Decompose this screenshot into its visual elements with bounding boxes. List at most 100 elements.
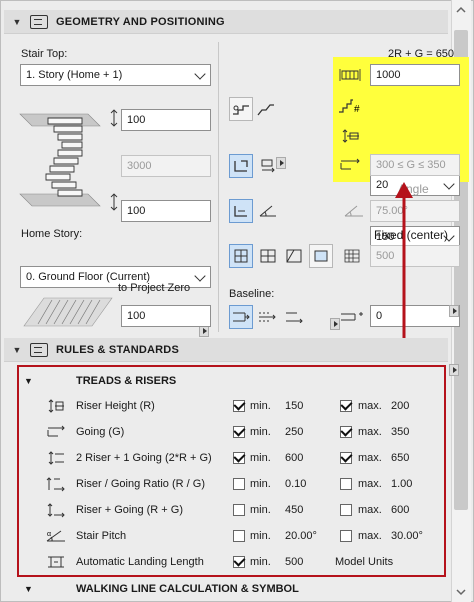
max-label: max. bbox=[358, 478, 382, 490]
stair-plan-illustration bbox=[22, 294, 118, 330]
collapse-triangle-icon[interactable]: ▼ bbox=[24, 584, 44, 594]
min-checkbox[interactable] bbox=[233, 452, 245, 464]
baseline-center-icon[interactable] bbox=[256, 305, 280, 329]
angle-menu-arrow-icon[interactable] bbox=[449, 305, 459, 317]
scroll-up-arrow-icon[interactable] bbox=[454, 3, 468, 17]
max-checkbox[interactable] bbox=[340, 400, 352, 412]
lock-angle-icon[interactable] bbox=[256, 199, 280, 223]
stair-elevation-illustration bbox=[18, 104, 118, 214]
min-value[interactable]: 450 bbox=[285, 504, 303, 516]
tread-position-menu-arrow-icon[interactable] bbox=[330, 318, 340, 330]
min-checkbox[interactable] bbox=[233, 504, 245, 516]
max-checkbox[interactable] bbox=[340, 478, 352, 490]
landing-min-value[interactable]: 500 bbox=[285, 556, 303, 568]
min-label: min. bbox=[250, 426, 271, 438]
rule-icon bbox=[44, 449, 68, 467]
landing-min-checkbox[interactable] bbox=[233, 556, 245, 568]
rules-section-icon bbox=[30, 342, 48, 357]
stair-height-value: 3000 bbox=[127, 160, 152, 172]
max-label: max. bbox=[358, 504, 382, 516]
min-checkbox[interactable] bbox=[233, 478, 245, 490]
going-icon bbox=[338, 153, 362, 177]
lock-riser-icon[interactable] bbox=[256, 154, 280, 178]
going-range-field: 300 ≤ G ≤ 350 bbox=[370, 154, 460, 176]
rule-row: Riser + Going (R + G) min. 450 max. 600 bbox=[20, 497, 445, 523]
rule-icon bbox=[44, 501, 68, 519]
collapse-triangle-icon[interactable]: ▼ bbox=[4, 17, 30, 27]
landing-length-icon bbox=[44, 553, 68, 571]
fixed-center-menu-arrow-icon[interactable] bbox=[449, 364, 459, 376]
riser-count-icon: # bbox=[338, 94, 362, 118]
svg-text:α: α bbox=[47, 531, 51, 538]
tread-position-start-button[interactable] bbox=[229, 244, 253, 268]
scroll-down-arrow-icon[interactable] bbox=[454, 585, 468, 599]
geometry-divider bbox=[218, 42, 219, 332]
rule-row: 2 Riser + 1 Going (2*R + G) min. 600 max. 65… bbox=[20, 445, 445, 471]
rule-row-landing: Automatic Landing Length min. 500 Model … bbox=[20, 549, 445, 575]
project-zero-field[interactable]: 100 bbox=[121, 305, 211, 327]
tread-position-grid-icon[interactable] bbox=[340, 244, 364, 268]
max-checkbox[interactable] bbox=[340, 426, 352, 438]
going-range-value: 300 ≤ G ≤ 350 bbox=[376, 159, 446, 171]
riser-height-icon bbox=[338, 124, 362, 148]
min-value[interactable]: 20.00° bbox=[285, 530, 317, 542]
baseline-offset-icon[interactable] bbox=[340, 305, 364, 329]
min-label: min. bbox=[250, 400, 271, 412]
bottom-offset-field[interactable]: 100 bbox=[121, 200, 211, 222]
rule-icon bbox=[44, 475, 68, 493]
min-value[interactable]: 150 bbox=[285, 400, 303, 412]
chevron-down-icon bbox=[443, 178, 455, 190]
min-checkbox[interactable] bbox=[233, 530, 245, 542]
stair-shape-turning-icon[interactable] bbox=[254, 97, 278, 121]
stair-shape-straight-button[interactable] bbox=[229, 97, 253, 121]
stair-top-label: Stair Top: bbox=[21, 48, 68, 60]
rule-label: 2 Riser + 1 Going (2*R + G) bbox=[76, 452, 212, 464]
collapse-triangle-icon[interactable]: ▼ bbox=[4, 345, 30, 355]
stair-height-field: 3000 bbox=[121, 155, 211, 177]
min-checkbox[interactable] bbox=[233, 400, 245, 412]
tread-position-center-icon[interactable] bbox=[256, 244, 280, 268]
min-value[interactable]: 250 bbox=[285, 426, 303, 438]
tread-position-end-icon[interactable] bbox=[282, 244, 306, 268]
rules-section-header[interactable]: ▼ RULES & STANDARDS bbox=[4, 338, 448, 362]
walking-line-subheader[interactable]: ▼ WALKING LINE CALCULATION & SYMBOL bbox=[20, 577, 444, 601]
baseline-offset-value: 0 bbox=[376, 310, 383, 322]
svg-text:#: # bbox=[354, 104, 360, 114]
total-run-field[interactable]: 1000 bbox=[370, 64, 460, 86]
max-value[interactable]: 600 bbox=[391, 504, 409, 516]
rule-label: Automatic Landing Length bbox=[76, 556, 204, 568]
max-checkbox[interactable] bbox=[340, 530, 352, 542]
max-value[interactable]: 350 bbox=[391, 426, 409, 438]
geometry-section-header[interactable]: ▼ GEOMETRY AND POSITIONING bbox=[4, 10, 448, 34]
bottom-offset-value: 100 bbox=[127, 205, 146, 217]
home-story-label: Home Story: bbox=[21, 228, 83, 240]
max-checkbox[interactable] bbox=[340, 452, 352, 464]
top-offset-field[interactable]: 100 bbox=[121, 109, 211, 131]
max-checkbox[interactable] bbox=[340, 504, 352, 516]
min-checkbox[interactable] bbox=[233, 426, 245, 438]
lock-height-button[interactable] bbox=[229, 154, 253, 178]
rule-label: Stair Pitch bbox=[76, 530, 127, 542]
max-value[interactable]: 650 bbox=[391, 452, 409, 464]
stair-top-select[interactable]: 1. Story (Home + 1) bbox=[20, 64, 211, 86]
lock-going-button[interactable] bbox=[229, 199, 253, 223]
max-value[interactable]: 30.00° bbox=[391, 530, 423, 542]
units-label: Model Units bbox=[335, 556, 394, 568]
min-value[interactable]: 600 bbox=[285, 452, 303, 464]
collapse-triangle-icon[interactable]: ▼ bbox=[24, 376, 44, 386]
baseline-right-icon[interactable] bbox=[283, 305, 307, 329]
min-label: min. bbox=[250, 478, 271, 490]
treads-risers-subheader[interactable]: ▼ TREADS & RISERS bbox=[20, 369, 444, 393]
min-label: min. bbox=[250, 530, 271, 542]
rule-row: α Stair Pitch min. 20.00° max. 30.00° bbox=[20, 523, 445, 549]
top-offset-value: 100 bbox=[127, 114, 146, 126]
baseline-left-button[interactable] bbox=[229, 305, 253, 329]
total-run-icon bbox=[338, 63, 362, 87]
min-value[interactable]: 0.10 bbox=[285, 478, 306, 490]
baseline-label: Baseline: bbox=[229, 288, 275, 300]
max-value[interactable]: 1.00 bbox=[391, 478, 412, 490]
rule-label: Riser / Going Ratio (R / G) bbox=[76, 478, 205, 490]
tread-position-custom-button[interactable] bbox=[309, 244, 333, 268]
max-value[interactable]: 200 bbox=[391, 400, 409, 412]
rule-label: Going (G) bbox=[76, 426, 125, 438]
